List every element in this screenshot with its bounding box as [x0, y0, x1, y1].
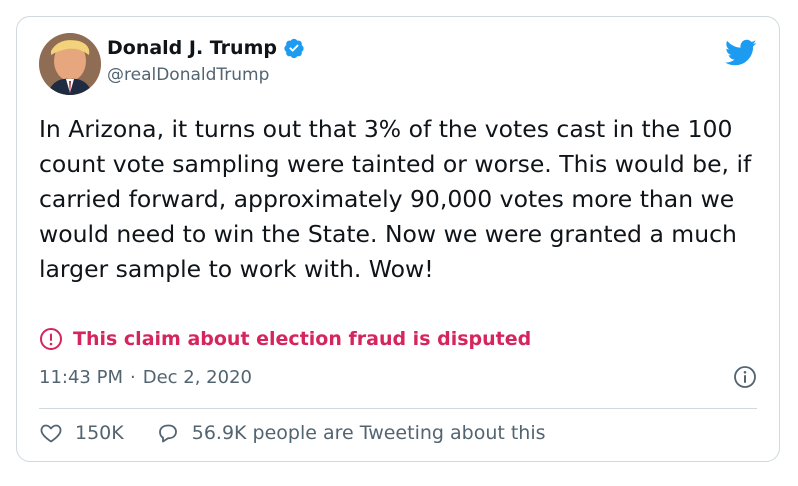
like-button[interactable]: 150K	[39, 421, 124, 445]
disputed-claim-text[interactable]: This claim about election fraud is dispu…	[73, 328, 531, 350]
disputed-claim-label[interactable]: This claim about election fraud is dispu…	[39, 327, 531, 351]
tweet-timestamp[interactable]: 11:43 PM · Dec 2, 2020	[39, 367, 252, 388]
twitter-bird-icon[interactable]	[725, 39, 757, 67]
tweet-actions: 150K 56.9K people are Tweeting about thi…	[39, 421, 546, 445]
tweet-time: 11:43 PM	[39, 367, 123, 388]
divider	[39, 408, 757, 409]
timestamp-separator: ·	[129, 367, 136, 388]
tweet-card[interactable]: Donald J. Trump @realDonaldTrump In Ariz…	[16, 16, 780, 462]
tweeting-count-text: 56.9K people are Tweeting about this	[191, 422, 546, 444]
author-handle[interactable]: @realDonaldTrump	[107, 65, 269, 85]
info-icon[interactable]	[733, 365, 757, 389]
exclamation-circle-icon	[40, 328, 62, 350]
heart-icon	[40, 424, 62, 443]
like-count: 150K	[75, 422, 124, 444]
tweet-date: Dec 2, 2020	[142, 367, 252, 388]
author-name[interactable]: Donald J. Trump	[107, 37, 277, 59]
tweet-text: In Arizona, it turns out that 3% of the …	[39, 115, 752, 283]
conversation-link[interactable]: 56.9K people are Tweeting about this	[156, 421, 546, 445]
verified-badge-icon	[284, 38, 304, 59]
speech-bubble-icon	[158, 424, 177, 443]
author-avatar[interactable]	[39, 33, 101, 95]
